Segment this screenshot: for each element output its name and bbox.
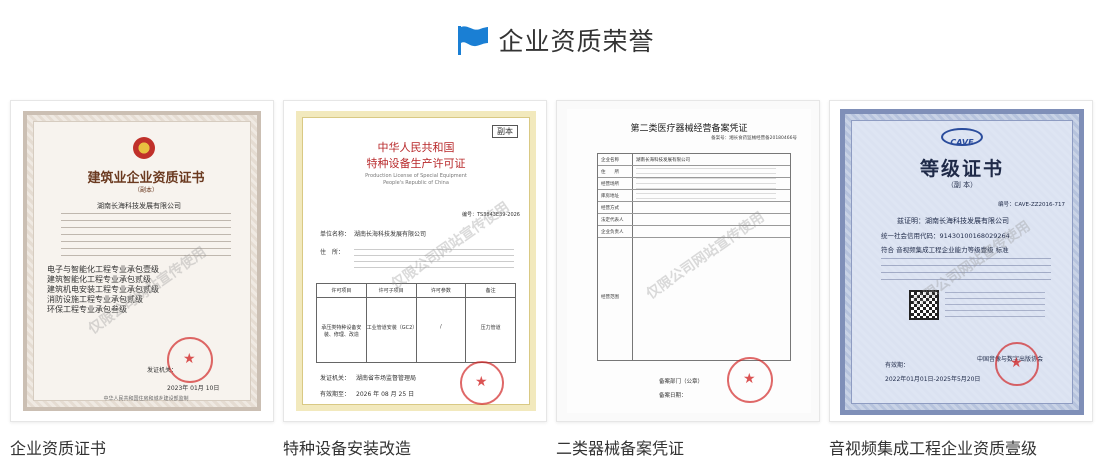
certificate-image-medical-device[interactable]: 第二类医疗器械经营备案凭证 备案号：湘长食药监械经营备20180466号 企业名… — [556, 100, 820, 422]
certificate-image-av-integration[interactable]: CAVE 等级证书 （副 本） 编号：CAVE-ZZ2016-717 兹证明：湖… — [829, 100, 1093, 422]
record-number: 备案号：湘长食药监械经营备20180466号 — [711, 136, 797, 141]
valid-range: 2022年01月01日-2025年5月20日 — [885, 376, 981, 383]
certificate-number: 编号：CAVE-ZZ2016-717 — [998, 202, 1065, 208]
license-table: 许可项目 许可子项目 许可参数 备注 承压类特种设备安装、修理、改造 工业管道安… — [316, 283, 516, 363]
seal-star-icon: ★ — [475, 374, 488, 390]
record-date-label: 备案日期： — [659, 393, 687, 399]
certificate-subheading: （副 本） — [946, 181, 978, 189]
valid-label: 有效期： — [885, 362, 910, 369]
seal-star-icon: ★ — [1010, 355, 1023, 371]
national-emblem-icon — [133, 137, 155, 159]
record-dept-label: 备案部门（公章） — [659, 379, 704, 385]
certificate-caption[interactable]: 二类器械备案凭证 — [556, 435, 820, 459]
certificate-footer: 中华人民共和国住房和城乡建设部监制 — [103, 396, 189, 402]
certificate-subheading: （副本） — [133, 187, 158, 194]
section-header: 企业资质荣誉 — [0, 20, 1111, 60]
certificate-caption[interactable]: 企业资质证书 — [10, 435, 274, 459]
seal-star-icon: ★ — [183, 351, 196, 367]
qualification-line: 电子与智能化工程专业承包壹级 — [47, 265, 159, 274]
certificate-image-special-equipment[interactable]: 副本 中华人民共和国 特种设备生产许可证 Production License … — [283, 100, 547, 422]
issue-date: 2023年 01月 10日 — [167, 385, 220, 392]
table-cell: 工业管道安装（GC2） — [367, 298, 417, 362]
certificate-subheading: 特种设备生产许可证 — [366, 157, 466, 170]
certificate-gallery: 建筑业企业资质证书 （副本） 湖南长海科技发展有限公司 电子与智能化工程专业承包… — [10, 100, 1102, 460]
certificate-en-subtitle: People's Republic of China — [383, 180, 449, 186]
certificate-card-special-equipment[interactable]: 副本 中华人民共和国 特种设备生产许可证 Production License … — [283, 100, 547, 459]
valid-label: 有效期至： — [320, 391, 351, 398]
unit-label: 单位名称： — [320, 231, 351, 238]
certificate-heading: 中华人民共和国 — [377, 141, 455, 154]
certificate-heading: 建筑业企业资质证书 — [87, 171, 205, 186]
certificate-caption[interactable]: 特种设备安装改造 — [283, 435, 547, 459]
seal-star-icon: ★ — [743, 371, 756, 387]
flag-icon — [458, 26, 489, 55]
certificate-image-construction[interactable]: 建筑业企业资质证书 （副本） 湖南长海科技发展有限公司 电子与智能化工程专业承包… — [10, 100, 274, 422]
certificate-en-title: Production License of Special Equipment — [365, 173, 467, 179]
certificate-heading: 等级证书 — [919, 158, 1004, 180]
issuer-name: 湖南省市场监督管理局 — [356, 375, 417, 382]
table-cell: 承压类特种设备安装、修理、改造 — [317, 298, 367, 362]
issuer-label: 发证机关： — [320, 375, 351, 382]
table-header: 许可项目 — [317, 284, 367, 297]
certificate-company: 兹证明：湖南长海科技发展有限公司 — [897, 217, 1009, 225]
copy-stamp: 副本 — [492, 125, 518, 138]
certificate-heading: 第二类医疗器械经营备案凭证 — [630, 124, 748, 134]
table-cell: 压力管道 — [480, 325, 501, 331]
record-row: 企业名称 湖南长海科技发展有限公司 — [598, 154, 790, 166]
table-header: 许可参数 — [417, 284, 467, 297]
table-header: 备注 — [485, 288, 496, 294]
record-row: 经营方式 — [598, 202, 790, 214]
issuer-label: 发证机关： — [147, 367, 178, 374]
certificate-caption[interactable]: 音视频集成工程企业资质壹级 — [829, 435, 1093, 459]
certificate-card-av-integration[interactable]: CAVE 等级证书 （副 本） 编号：CAVE-ZZ2016-717 兹证明：湖… — [829, 100, 1093, 459]
unit-name: 湖南长海科技发展有限公司 — [354, 231, 427, 238]
valid-date: 2026 年 08 月 25 日 — [356, 391, 415, 398]
address-label: 住 所： — [320, 249, 345, 256]
table-header: 许可子项目 — [367, 284, 417, 297]
certificate-company: 湖南长海科技发展有限公司 — [97, 202, 181, 210]
table-cell: / — [417, 298, 467, 362]
section-title: 企业资质荣誉 — [498, 27, 655, 56]
certificate-card-construction[interactable]: 建筑业企业资质证书 （副本） 湖南长海科技发展有限公司 电子与智能化工程专业承包… — [10, 100, 274, 459]
certificate-card-medical-device[interactable]: 第二类医疗器械经营备案凭证 备案号：湘长食药监械经营备20180466号 企业名… — [556, 100, 820, 459]
cave-logo-icon: CAVE — [941, 128, 983, 147]
